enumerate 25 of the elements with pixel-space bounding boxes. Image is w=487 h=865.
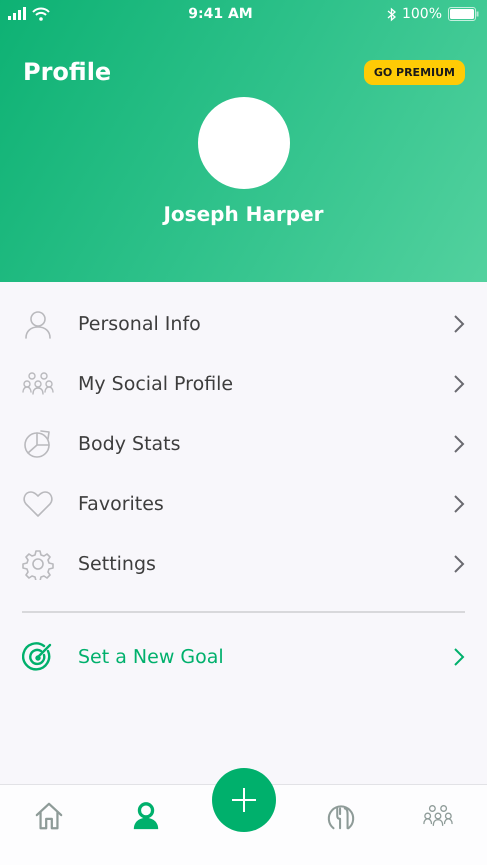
menu-item[interactable]: My Social Profile — [22, 354, 465, 414]
chevron-right-icon — [453, 494, 465, 514]
chevron-right-icon — [453, 554, 465, 574]
user-name: Joseph Harper — [163, 202, 324, 226]
plus-icon — [231, 787, 257, 813]
status-time: 9:41 AM — [188, 6, 253, 22]
menu-item[interactable]: Settings — [22, 534, 465, 594]
menu-item[interactable]: Favorites — [22, 474, 465, 534]
settings-icon — [22, 548, 54, 580]
heart-icon — [22, 488, 54, 520]
chevron-right-icon — [453, 374, 465, 394]
tab-button[interactable] — [34, 801, 64, 831]
bluetooth-icon — [386, 6, 396, 22]
chevron-right-icon — [453, 434, 465, 454]
target-icon — [22, 641, 54, 673]
page-title: Profile — [23, 58, 112, 86]
go-premium-button[interactable]: GO PREMIUM — [364, 60, 465, 84]
home-icon — [34, 801, 64, 831]
menu-item[interactable]: Body Stats — [22, 414, 465, 474]
person-icon — [22, 308, 54, 340]
battery-icon — [448, 7, 479, 21]
chevron-right-icon — [453, 647, 465, 667]
chevron-right-icon — [453, 314, 465, 334]
menu-item[interactable]: Personal Info — [22, 294, 465, 354]
battery-percent: 100% — [402, 6, 442, 22]
